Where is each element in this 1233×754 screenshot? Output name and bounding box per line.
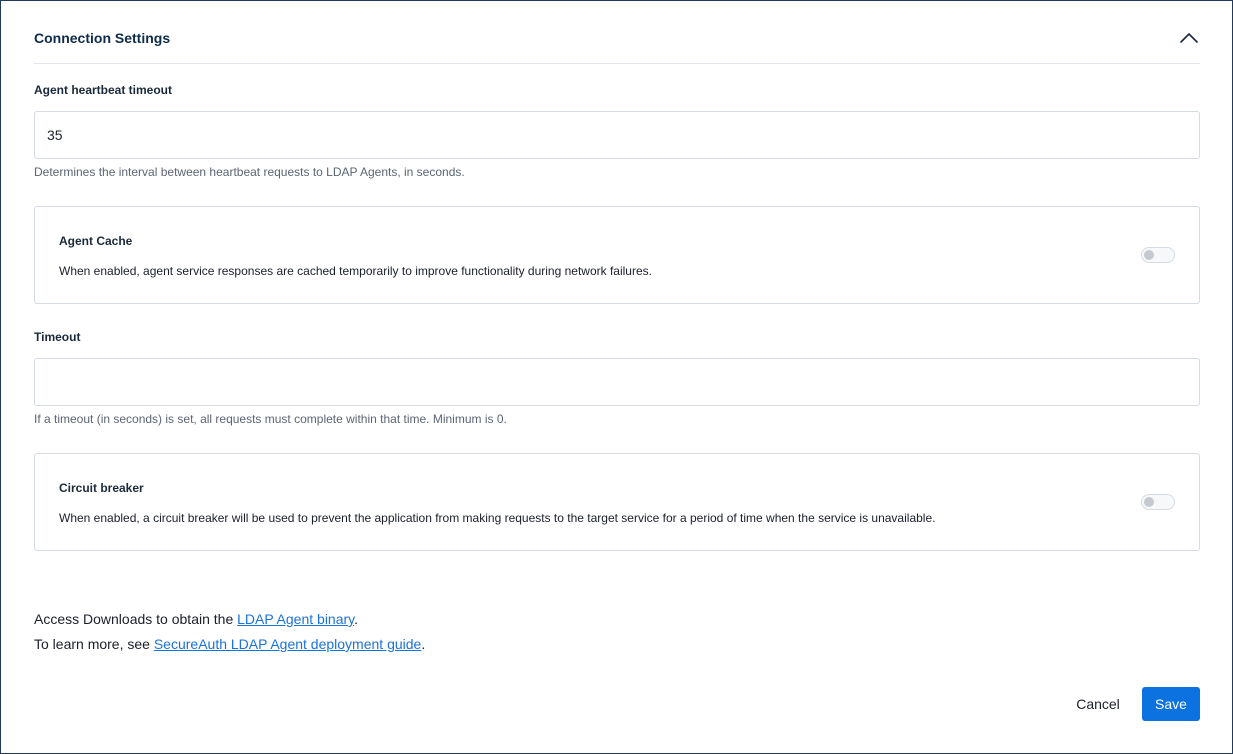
agent-cache-card: Agent Cache When enabled, agent service …	[34, 206, 1200, 304]
circuit-breaker-title: Circuit breaker	[59, 481, 144, 495]
circuit-breaker-card: Circuit breaker When enabled, a circuit …	[34, 453, 1200, 551]
circuit-breaker-toggle[interactable]	[1141, 494, 1175, 510]
deployment-guide-link[interactable]: SecureAuth LDAP Agent deployment guide	[154, 636, 421, 652]
downloads-prefix: Access Downloads to obtain the	[34, 611, 238, 627]
collapse-button[interactable]	[1178, 27, 1200, 49]
timeout-helper: If a timeout (in seconds) is set, all re…	[34, 412, 507, 426]
ldap-agent-binary-link[interactable]: LDAP Agent binary	[237, 611, 354, 627]
heartbeat-timeout-helper: Determines the interval between heartbea…	[34, 165, 465, 179]
heartbeat-timeout-input[interactable]	[34, 111, 1200, 159]
agent-cache-toggle[interactable]	[1141, 247, 1175, 263]
section-header: Connection Settings	[34, 1, 1200, 64]
agent-cache-title: Agent Cache	[59, 234, 133, 248]
timeout-input[interactable]	[34, 358, 1200, 406]
chevron-up-icon	[1180, 33, 1198, 43]
learn-more-prefix: To learn more, see	[34, 636, 154, 652]
heartbeat-timeout-label: Agent heartbeat timeout	[34, 83, 173, 97]
connection-settings-panel: Connection Settings Agent heartbeat time…	[0, 0, 1233, 754]
section-title: Connection Settings	[34, 30, 171, 46]
circuit-breaker-description: When enabled, a circuit breaker will be …	[59, 511, 936, 525]
learn-more-text: To learn more, see SecureAuth LDAP Agent…	[34, 635, 425, 653]
save-button[interactable]: Save	[1142, 687, 1200, 721]
timeout-label: Timeout	[34, 330, 81, 344]
downloads-text: Access Downloads to obtain the LDAP Agen…	[34, 610, 358, 628]
agent-cache-description: When enabled, agent service responses ar…	[59, 264, 652, 278]
cancel-button[interactable]: Cancel	[1063, 687, 1133, 721]
toggle-knob	[1144, 497, 1154, 507]
toggle-knob	[1144, 250, 1154, 260]
downloads-suffix: .	[354, 611, 359, 627]
learn-more-suffix: .	[421, 636, 426, 652]
